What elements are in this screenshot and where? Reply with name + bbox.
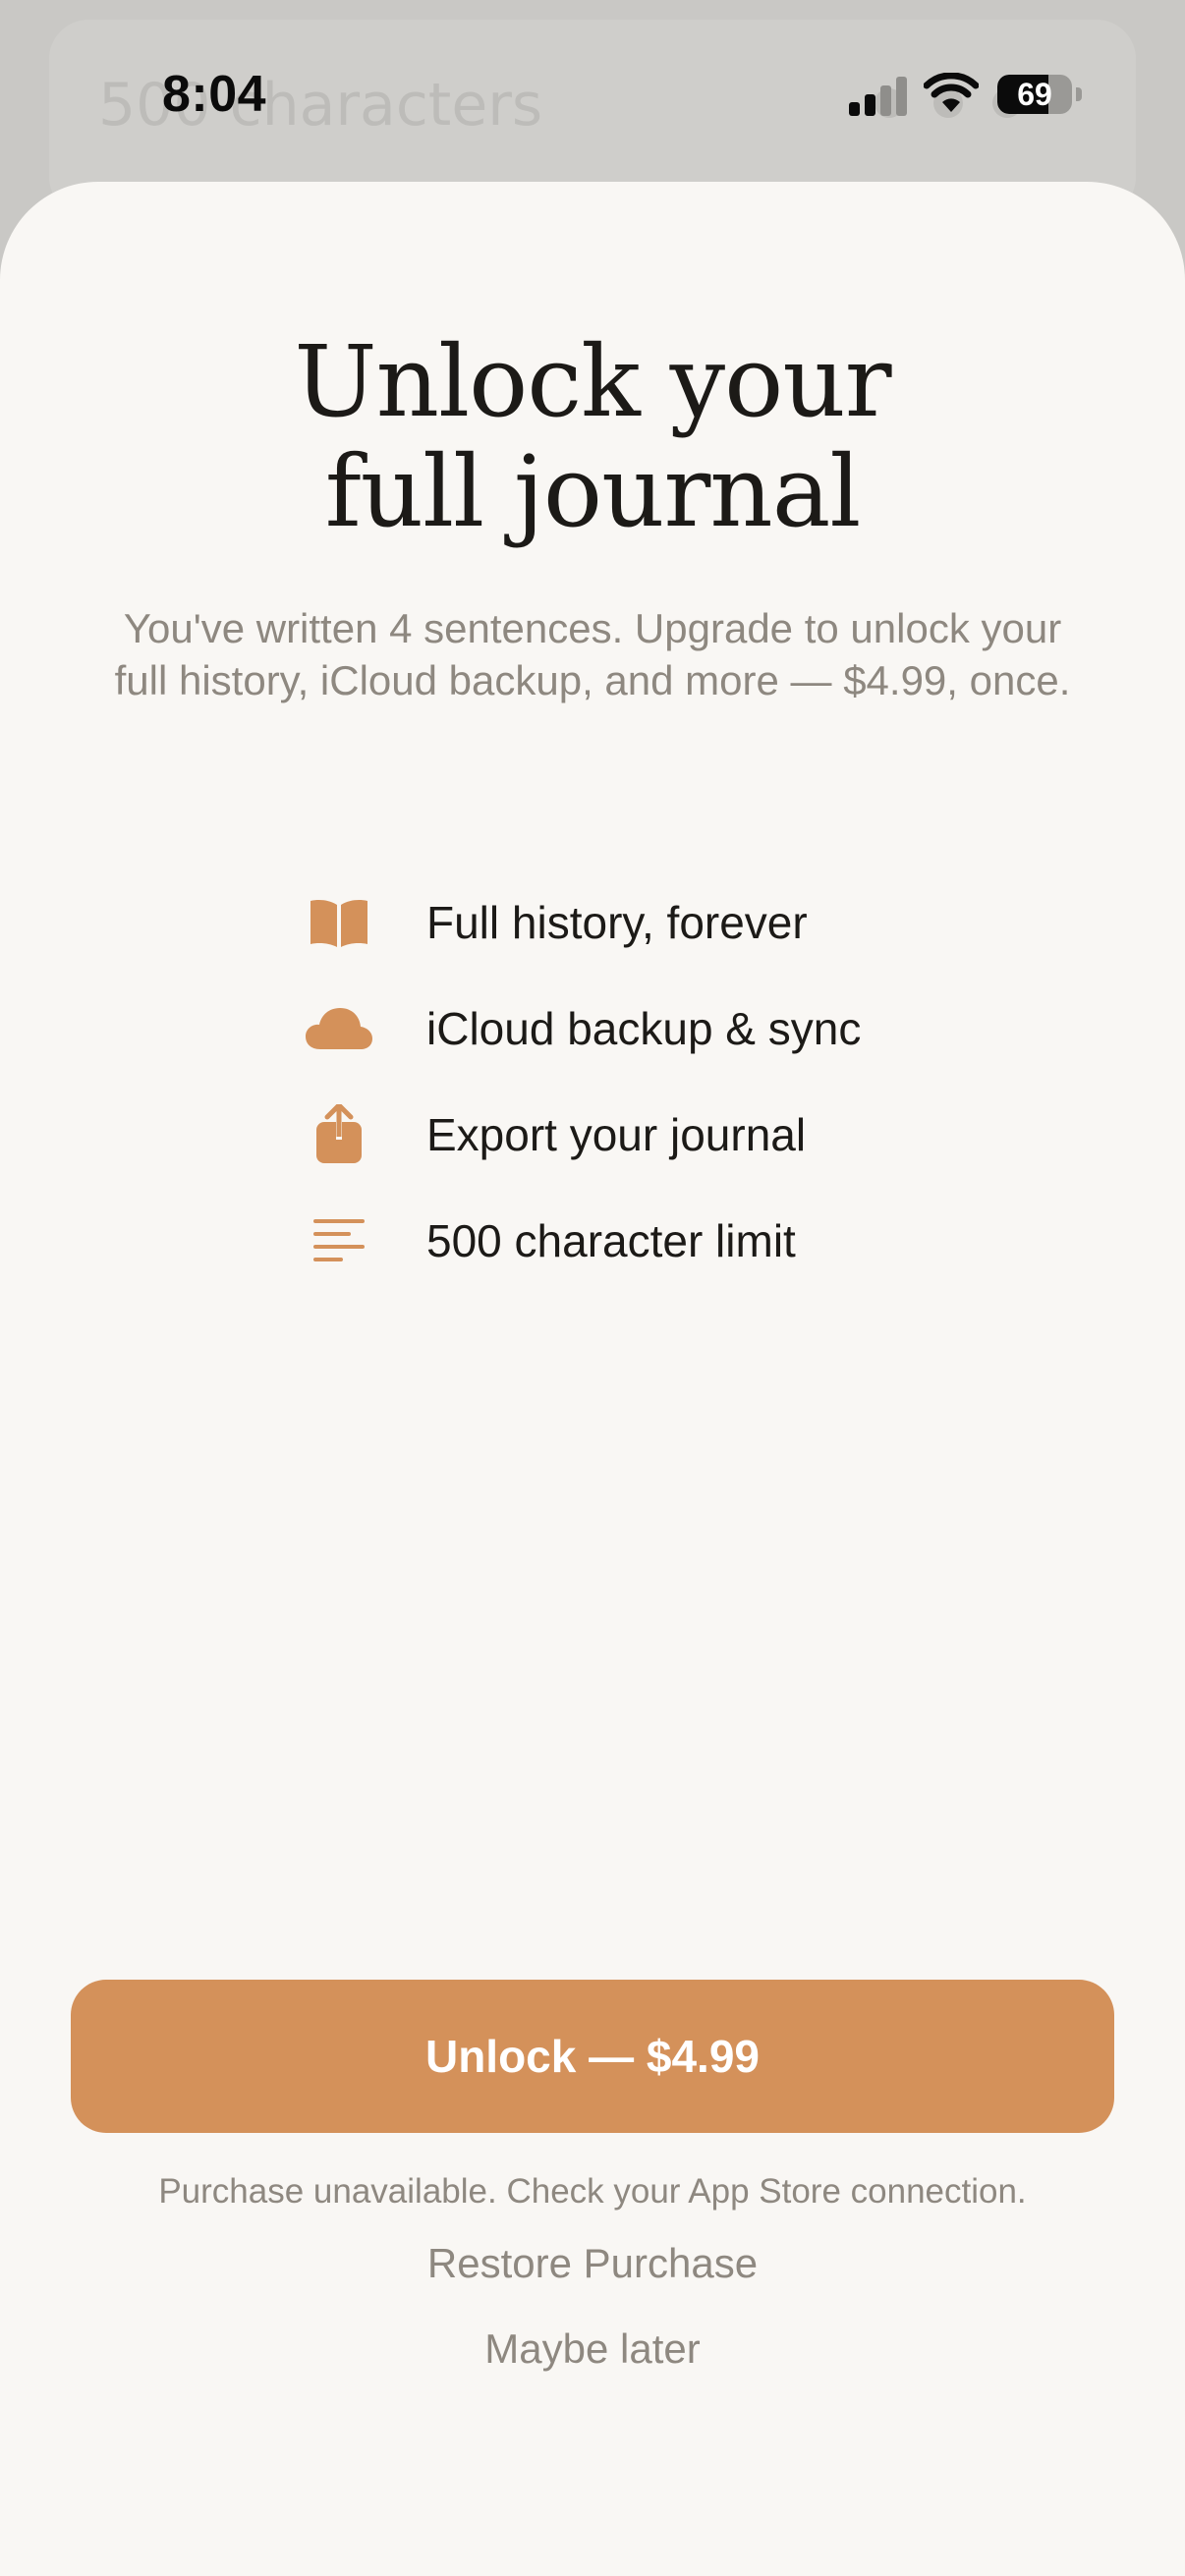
feature-label: 500 character limit <box>426 1215 796 1266</box>
feature-item-character-limit: 500 character limit <box>295 1188 983 1294</box>
cloud-icon <box>295 994 383 1063</box>
paywall-title: Unlock your full journal <box>0 327 1185 547</box>
cellular-signal-icon <box>849 77 907 116</box>
paywall-sheet: Unlock your full journal You've written … <box>0 182 1185 2576</box>
share-icon <box>295 1100 383 1169</box>
feature-item-icloud: iCloud backup & sync <box>295 976 983 1082</box>
status-time: 8:04 <box>162 66 267 123</box>
text-lines-icon <box>295 1206 383 1275</box>
battery-cap <box>1076 87 1082 101</box>
feature-list: Full history, forever iCloud backup & sy… <box>295 869 983 1294</box>
title-line-1: Unlock your <box>294 324 891 439</box>
battery-indicator: 69 <box>997 75 1082 114</box>
battery-percentage: 69 <box>1017 77 1052 112</box>
wifi-icon <box>924 73 979 112</box>
feature-item-export: Export your journal <box>295 1082 983 1188</box>
feature-item-history: Full history, forever <box>295 869 983 976</box>
battery-body: 69 <box>997 75 1072 114</box>
purchase-error-message: Purchase unavailable. Check your App Sto… <box>158 2172 1027 2211</box>
feature-label: iCloud backup & sync <box>426 1003 862 1054</box>
unlock-button[interactable]: Unlock — $4.99 <box>71 1980 1114 2133</box>
restore-purchase-button[interactable]: Restore Purchase <box>396 2240 789 2287</box>
feature-label: Full history, forever <box>426 897 808 948</box>
status-bar: 8:04 69 <box>0 0 1185 187</box>
maybe-later-button[interactable]: Maybe later <box>396 2325 789 2373</box>
paywall-subtitle: You've written 4 sentences. Upgrade to u… <box>114 605 1071 703</box>
feature-label: Export your journal <box>426 1109 807 1160</box>
book-icon <box>295 888 383 957</box>
title-line-2: full journal <box>324 434 862 549</box>
